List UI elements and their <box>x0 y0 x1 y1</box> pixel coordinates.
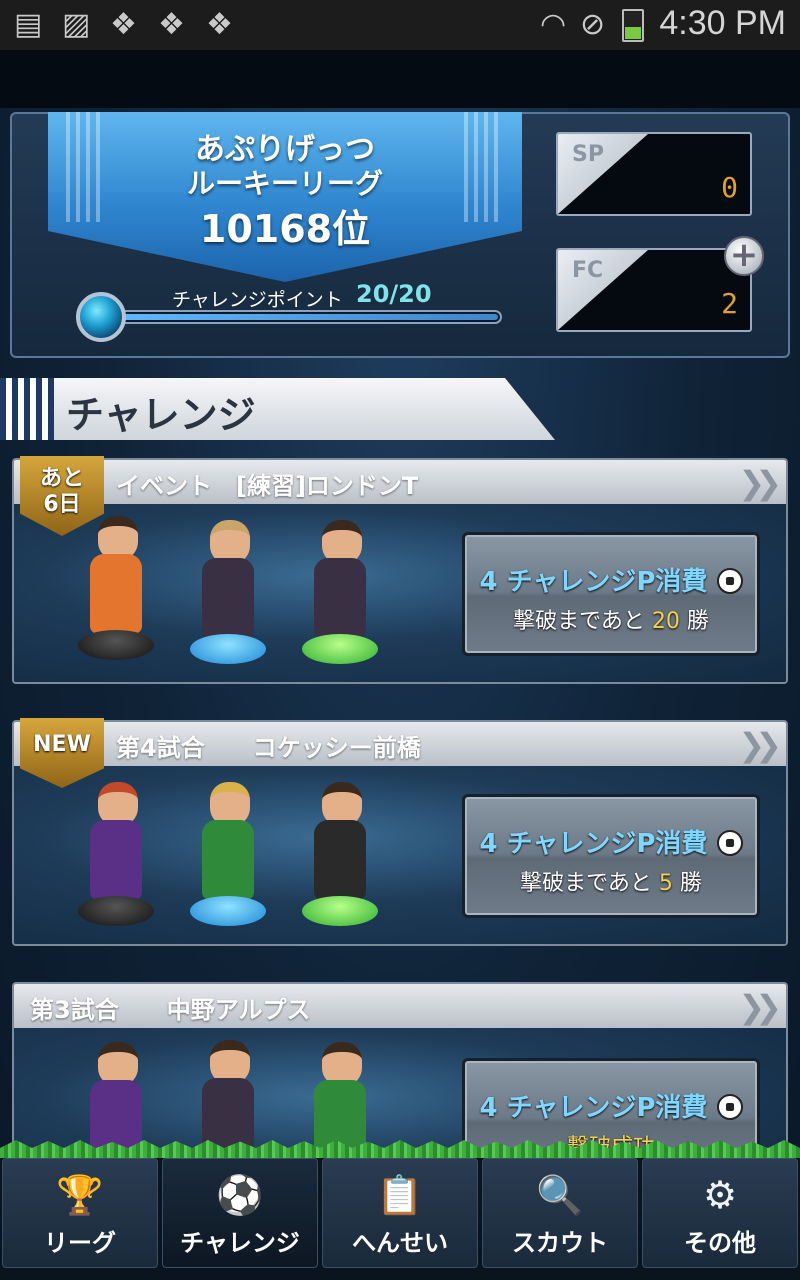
sd-card-icon: ▤ <box>14 7 43 42</box>
challenge-cost: 4 チャレンジP消費 <box>479 1093 708 1123</box>
sp-box: SP 0 <box>556 132 752 216</box>
fc-value: 2 <box>721 287 738 320</box>
badge-line1: NEW <box>33 732 91 757</box>
challenge-button[interactable]: 4 チャレンジP消費 撃破まであと 20 勝 <box>462 532 760 656</box>
rank: 10168位 <box>199 207 371 251</box>
no-disturb-icon: ⊘ <box>580 7 606 42</box>
dropbox-icon: ❖ <box>158 7 185 42</box>
league-name: ルーキーリーグ <box>186 167 383 200</box>
sp-value: 0 <box>721 171 738 204</box>
dropbox-icon: ❖ <box>110 7 137 42</box>
challenge-cost: 4 チャレンジP消費 <box>479 829 708 859</box>
challenge-point-gauge <box>100 310 502 324</box>
tab-formation[interactable]: 📋 へんせい <box>322 1158 478 1268</box>
challenge-point-fill <box>104 314 498 320</box>
card-title: 第4試合 コケッシー前橋 <box>116 734 421 762</box>
remaining-wins: 20 <box>651 609 680 634</box>
battery-icon <box>622 9 644 42</box>
bottom-tab-bar: 🏆 リーグ ⚽ チャレンジ 📋 へんせい 🔍 スカウト ⚙ その他 <box>0 1158 800 1280</box>
tab-label: へんせい <box>352 1229 448 1257</box>
tab-other[interactable]: ⚙ その他 <box>642 1158 798 1268</box>
scout-icon: 🔍 <box>536 1173 584 1217</box>
chevron-right-icon: ❯❯ <box>738 464 782 502</box>
gear-icon: ⚙ <box>702 1173 738 1217</box>
card-title: イベント [練習]ロンドンT <box>116 472 419 500</box>
tab-label: リーグ <box>44 1229 116 1257</box>
remaining-wins: 5 <box>658 871 673 896</box>
remaining-suffix: 勝 <box>679 871 702 896</box>
wifi-icon: ◠ <box>540 7 567 42</box>
remaining-suffix: 勝 <box>686 609 709 634</box>
top-spacer <box>0 50 800 108</box>
challenge-point-label: チャレンジポイント <box>172 289 343 311</box>
tab-scout[interactable]: 🔍 スカウト <box>482 1158 638 1268</box>
remaining-prefix: 撃破まであと <box>520 871 652 896</box>
sp-label: SP <box>572 142 604 167</box>
chevron-right-icon: ❯❯ <box>738 726 782 764</box>
section-header: チャレンジ <box>0 378 555 440</box>
challenge-card[interactable]: 第4試合 コケッシー前橋 ❯❯ 4 チャレンジP消費 撃破まであと 5 勝 <box>12 720 788 946</box>
fc-box: FC 2 <box>556 248 752 332</box>
challenge-card[interactable]: イベント [練習]ロンドンT ❯❯ 4 チャレンジP消費 撃破まであと 20 勝 <box>12 458 788 684</box>
clipboard-icon: 📋 <box>376 1173 424 1217</box>
badge-line2: 6日 <box>43 492 81 517</box>
challenge-cost: 4 チャレンジP消費 <box>479 567 708 597</box>
clock: 4:30 PM <box>659 4 786 42</box>
tab-label: その他 <box>684 1229 756 1257</box>
fc-label: FC <box>572 258 604 283</box>
gauge-knob-icon <box>76 292 126 342</box>
image-icon: ▨ <box>62 7 91 42</box>
dropbox-icon: ❖ <box>206 7 233 42</box>
tab-league[interactable]: 🏆 リーグ <box>2 1158 158 1268</box>
add-fc-button[interactable]: + <box>724 236 764 276</box>
soccer-ball-icon <box>716 830 743 856</box>
chevron-right-icon: ❯❯ <box>738 988 782 1026</box>
soccer-ball-icon: ⚽ <box>216 1173 264 1217</box>
status-bar: ▤ ▨ ❖ ❖ ❖ ◠ ⊘ 4:30 PM <box>0 0 800 50</box>
tab-label: スカウト <box>512 1229 608 1257</box>
card-title: 第3試合 中野アルプス <box>30 996 311 1024</box>
tab-label: チャレンジ <box>180 1229 300 1257</box>
soccer-ball-icon <box>716 568 743 594</box>
soccer-ball-icon <box>716 1094 743 1120</box>
challenge-point-value: 20/20 <box>356 280 432 308</box>
section-title: チャレンジ <box>66 393 256 437</box>
remaining-prefix: 撃破まであと <box>513 609 645 634</box>
tab-challenge[interactable]: ⚽ チャレンジ <box>162 1158 318 1268</box>
challenge-button[interactable]: 4 チャレンジP消費 撃破まであと 5 勝 <box>462 794 760 918</box>
trophy-icon: 🏆 <box>56 1173 104 1217</box>
